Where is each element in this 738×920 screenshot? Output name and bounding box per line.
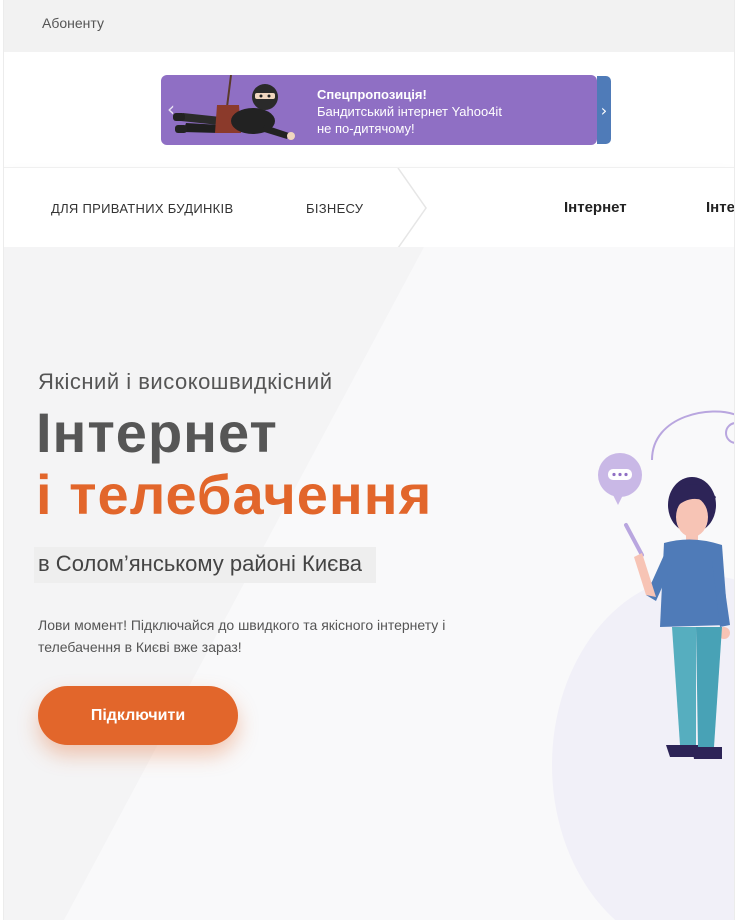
page-frame: Абоненту ‹ Спецпропозиція! Бандитський і… (3, 0, 735, 920)
promo-line-2: не по-дитячому! (317, 121, 415, 136)
nav-item-internet-tv[interactable]: Інте (706, 199, 734, 216)
top-bar: Абоненту (4, 0, 734, 52)
hero-location: в Солом’янському районі Києва (34, 547, 377, 583)
subscriber-link[interactable]: Абоненту (42, 15, 104, 31)
promo-text: Спецпропозиція! Бандитський інтернет Yah… (317, 86, 502, 137)
tab-private-houses[interactable]: ДЛЯ ПРИВАТНИХ БУДИНКІВ (51, 201, 233, 216)
promo-banner[interactable]: ‹ Спецпропозиція! Бандитський інтернет Y… (161, 75, 597, 145)
person-with-phone-illustration (552, 410, 734, 920)
connect-button[interactable]: Підключити (38, 686, 238, 745)
promo-headline: Спецпропозиція! (317, 87, 427, 102)
ninja-illustration (173, 75, 295, 140)
hero-description: Лови момент! Підключайся до швидкого та … (38, 617, 446, 655)
nav-item-internet[interactable]: Інтернет (564, 199, 627, 216)
hero-subtitle: Якісний і високошвидкісний (38, 369, 333, 394)
nav-divider-chevron (397, 168, 427, 248)
hero-title-line-2: і телебачення (36, 463, 433, 526)
tab-business[interactable]: БІЗНЕСУ (306, 201, 363, 216)
chevron-left-icon[interactable]: ‹ (167, 97, 175, 121)
promo-line-1: Бандитський інтернет Yahoo4it (317, 104, 502, 119)
hero-title-line-1: Інтернет (36, 401, 278, 464)
main-nav: ДЛЯ ПРИВАТНИХ БУДИНКІВ БІЗНЕСУ Інтернет … (4, 167, 734, 248)
chevron-right-icon[interactable]: › (597, 76, 611, 144)
